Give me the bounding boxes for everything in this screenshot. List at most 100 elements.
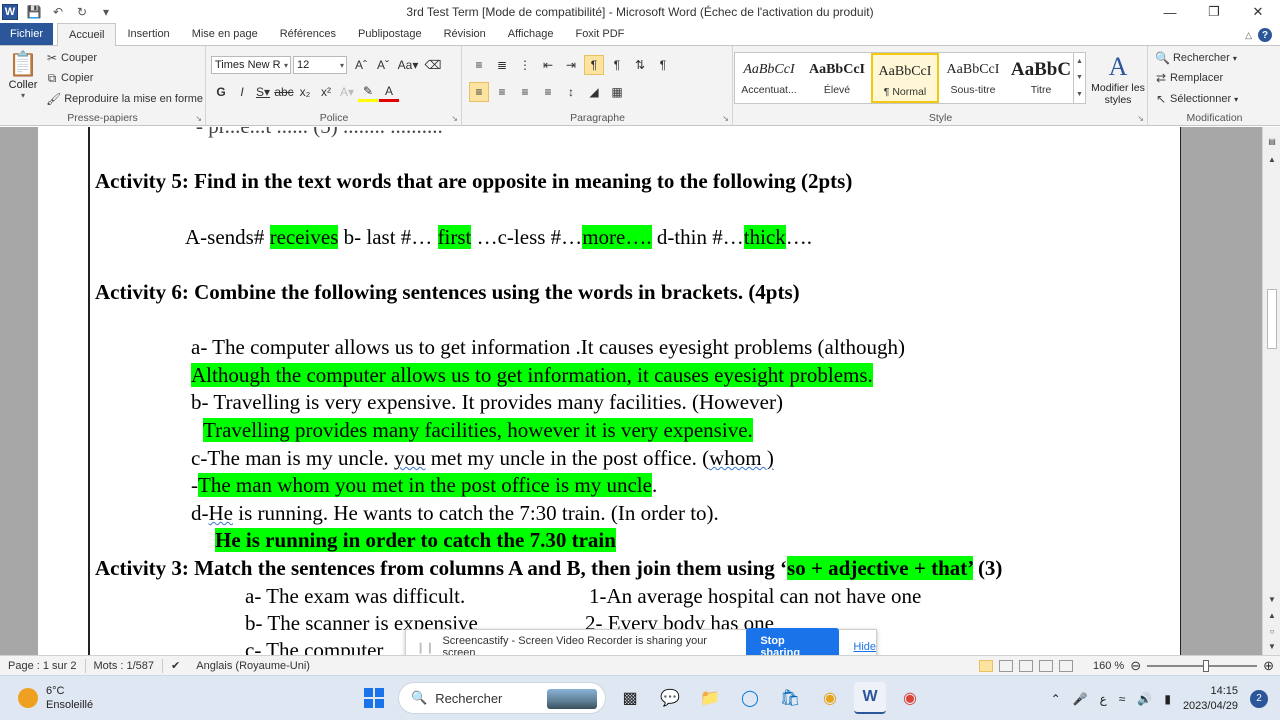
style-title[interactable]: AaBbC Titre — [1007, 53, 1075, 103]
previous-page-icon[interactable]: ▲ — [1266, 609, 1278, 621]
weather-widget[interactable]: 6°C Ensoleillé — [18, 684, 93, 712]
text-effects-icon[interactable]: A▾ — [337, 82, 357, 102]
select-button[interactable]: ↖ Sélectionner ▾ — [1155, 90, 1238, 108]
battery-icon[interactable]: ▮ — [1164, 692, 1171, 706]
task-view-icon[interactable]: ▩ — [614, 682, 646, 714]
document-page[interactable]: - pr...e...t ...... (5) ........ .......… — [38, 127, 1181, 655]
word-app-icon[interactable]: W — [2, 4, 18, 20]
bullets-icon[interactable]: ≡ — [469, 55, 489, 75]
full-screen-reading-icon[interactable] — [998, 660, 1013, 672]
chevron-up-icon[interactable]: ▲ — [1076, 58, 1083, 65]
font-color-icon[interactable]: A — [379, 82, 399, 102]
replace-button[interactable]: ⇄ Remplacer — [1155, 69, 1223, 87]
align-center-icon[interactable]: ≡ — [492, 82, 512, 102]
italic-icon[interactable]: I — [232, 82, 252, 102]
grow-font-icon[interactable]: Aˆ — [351, 55, 371, 75]
rtl-direction-icon[interactable]: ¶ — [607, 55, 627, 75]
next-page-icon[interactable]: ▼ — [1266, 640, 1278, 652]
gallery-scroll[interactable]: ▲ ▼ ▼ — [1073, 53, 1085, 103]
chrome-icon[interactable]: ◉ — [814, 682, 846, 714]
change-case-icon[interactable]: Aa▾ — [395, 55, 421, 75]
shading-icon[interactable]: ◢ — [584, 82, 604, 102]
style-strong[interactable]: AaBbCcI Élevé — [803, 53, 871, 103]
store-icon[interactable]: 🛍 — [774, 682, 806, 714]
microphone-icon[interactable]: 🎤 — [1073, 692, 1088, 706]
page-count[interactable]: Page : 1 sur 2 — [0, 658, 86, 673]
edge-icon[interactable]: ◯ — [734, 682, 766, 714]
hide-link[interactable]: Hide — [853, 641, 876, 653]
more-icon[interactable]: ▼ — [1076, 91, 1083, 98]
undo-icon[interactable]: ↶ — [50, 5, 66, 19]
start-button[interactable] — [358, 682, 390, 714]
word-count[interactable]: Mots : 1/587 — [86, 658, 164, 673]
browse-object-icon[interactable]: ○ — [1266, 625, 1278, 637]
tab-file[interactable]: Fichier — [0, 23, 54, 45]
outline-icon[interactable] — [1038, 660, 1053, 672]
chevron-down-icon[interactable]: ▼ — [1076, 74, 1083, 81]
tab-review[interactable]: Révision — [433, 23, 497, 45]
decrease-indent-icon[interactable]: ⇤ — [538, 55, 558, 75]
borders-icon[interactable]: ▦ — [607, 82, 627, 102]
customize-qat-icon[interactable]: ▾ — [98, 5, 114, 19]
proofing-icon[interactable]: ✔ — [163, 659, 188, 673]
clock[interactable]: 14:15 2023/04/29 — [1183, 684, 1238, 714]
line-spacing-icon[interactable]: ↕ — [561, 82, 581, 102]
font-name-combo[interactable]: Times New R ▾ — [211, 56, 291, 74]
style-emphasis[interactable]: AaBbCcI Accentuat... — [735, 53, 803, 103]
multilevel-list-icon[interactable]: ⋮ — [515, 55, 535, 75]
highlight-color-icon[interactable]: ✎ — [358, 82, 378, 102]
print-layout-icon[interactable] — [978, 660, 993, 672]
redo-icon[interactable]: ↻ — [74, 5, 90, 19]
tab-insert[interactable]: Insertion — [116, 23, 180, 45]
strikethrough-icon[interactable]: abc — [274, 82, 294, 102]
dialog-launcher-icon[interactable]: ↘ — [722, 114, 729, 123]
dialog-launcher-icon[interactable]: ↘ — [451, 114, 458, 123]
zoom-slider-knob[interactable] — [1203, 660, 1210, 672]
font-size-combo[interactable]: 12 ▾ — [293, 56, 347, 74]
align-left-icon[interactable]: ≡ — [469, 82, 489, 102]
superscript-icon[interactable]: x² — [316, 82, 336, 102]
bold-icon[interactable]: G — [211, 82, 231, 102]
chrome-profile-icon[interactable]: ◉ — [894, 682, 926, 714]
shrink-font-icon[interactable]: Aˇ — [373, 55, 393, 75]
zoom-out-icon[interactable]: ⊖ — [1130, 658, 1141, 674]
show-hidden-icons[interactable]: ⌃ — [1051, 692, 1061, 706]
tab-page-layout[interactable]: Mise en page — [181, 23, 269, 45]
close-icon[interactable]: ✕ — [1236, 0, 1280, 24]
dialog-launcher-icon[interactable]: ↘ — [1137, 114, 1144, 123]
format-painter-button[interactable]: 🖌 Reproduire la mise en forme — [46, 90, 203, 108]
chevron-down-icon[interactable]: ▼ — [1266, 593, 1278, 605]
draft-icon[interactable] — [1058, 660, 1073, 672]
notifications-badge[interactable]: 2 — [1250, 689, 1268, 708]
tab-mailings[interactable]: Publipostage — [347, 23, 433, 45]
tab-view[interactable]: Affichage — [497, 23, 565, 45]
wifi-icon[interactable]: ≈ — [1119, 692, 1126, 706]
ltr-direction-icon[interactable]: ¶ — [584, 55, 604, 75]
word-taskbar-icon[interactable]: W — [854, 682, 886, 714]
show-formatting-icon[interactable]: ¶ — [653, 55, 673, 75]
increase-indent-icon[interactable]: ⇥ — [561, 55, 581, 75]
paste-button[interactable]: 📋 Coller ▾ — [6, 50, 40, 100]
scrollbar-thumb[interactable] — [1267, 289, 1277, 349]
chevron-up-icon[interactable]: ▲ — [1266, 153, 1278, 165]
style-normal[interactable]: AaBbCcI ¶ Normal — [871, 53, 939, 103]
justify-icon[interactable]: ≡ — [538, 82, 558, 102]
save-icon[interactable]: 💾 — [26, 5, 42, 19]
subscript-icon[interactable]: x₂ — [295, 82, 315, 102]
zoom-in-icon[interactable]: ⊕ — [1263, 658, 1274, 674]
align-right-icon[interactable]: ≡ — [515, 82, 535, 102]
tab-foxit-pdf[interactable]: Foxit PDF — [564, 23, 635, 45]
clear-formatting-icon[interactable]: ⌫ — [423, 55, 443, 75]
tab-home[interactable]: Accueil — [57, 23, 117, 46]
change-styles-button[interactable]: A Modifier les styles — [1090, 52, 1146, 106]
web-layout-icon[interactable] — [1018, 660, 1033, 672]
language[interactable]: Anglais (Royaume-Uni) — [188, 659, 318, 673]
tab-references[interactable]: Références — [269, 23, 347, 45]
drag-handle-icon[interactable]: ❙❙ — [416, 641, 434, 654]
style-subtitle[interactable]: AaBbCcI Sous-titre — [939, 53, 1007, 103]
taskbar-search[interactable]: 🔍 Rechercher — [398, 682, 606, 714]
volume-icon[interactable]: 🔊 — [1137, 692, 1152, 706]
minimize-ribbon-icon[interactable]: △ — [1245, 30, 1252, 41]
copy-button[interactable]: ⧉ Copier — [46, 69, 94, 87]
zoom-slider[interactable] — [1147, 660, 1258, 672]
